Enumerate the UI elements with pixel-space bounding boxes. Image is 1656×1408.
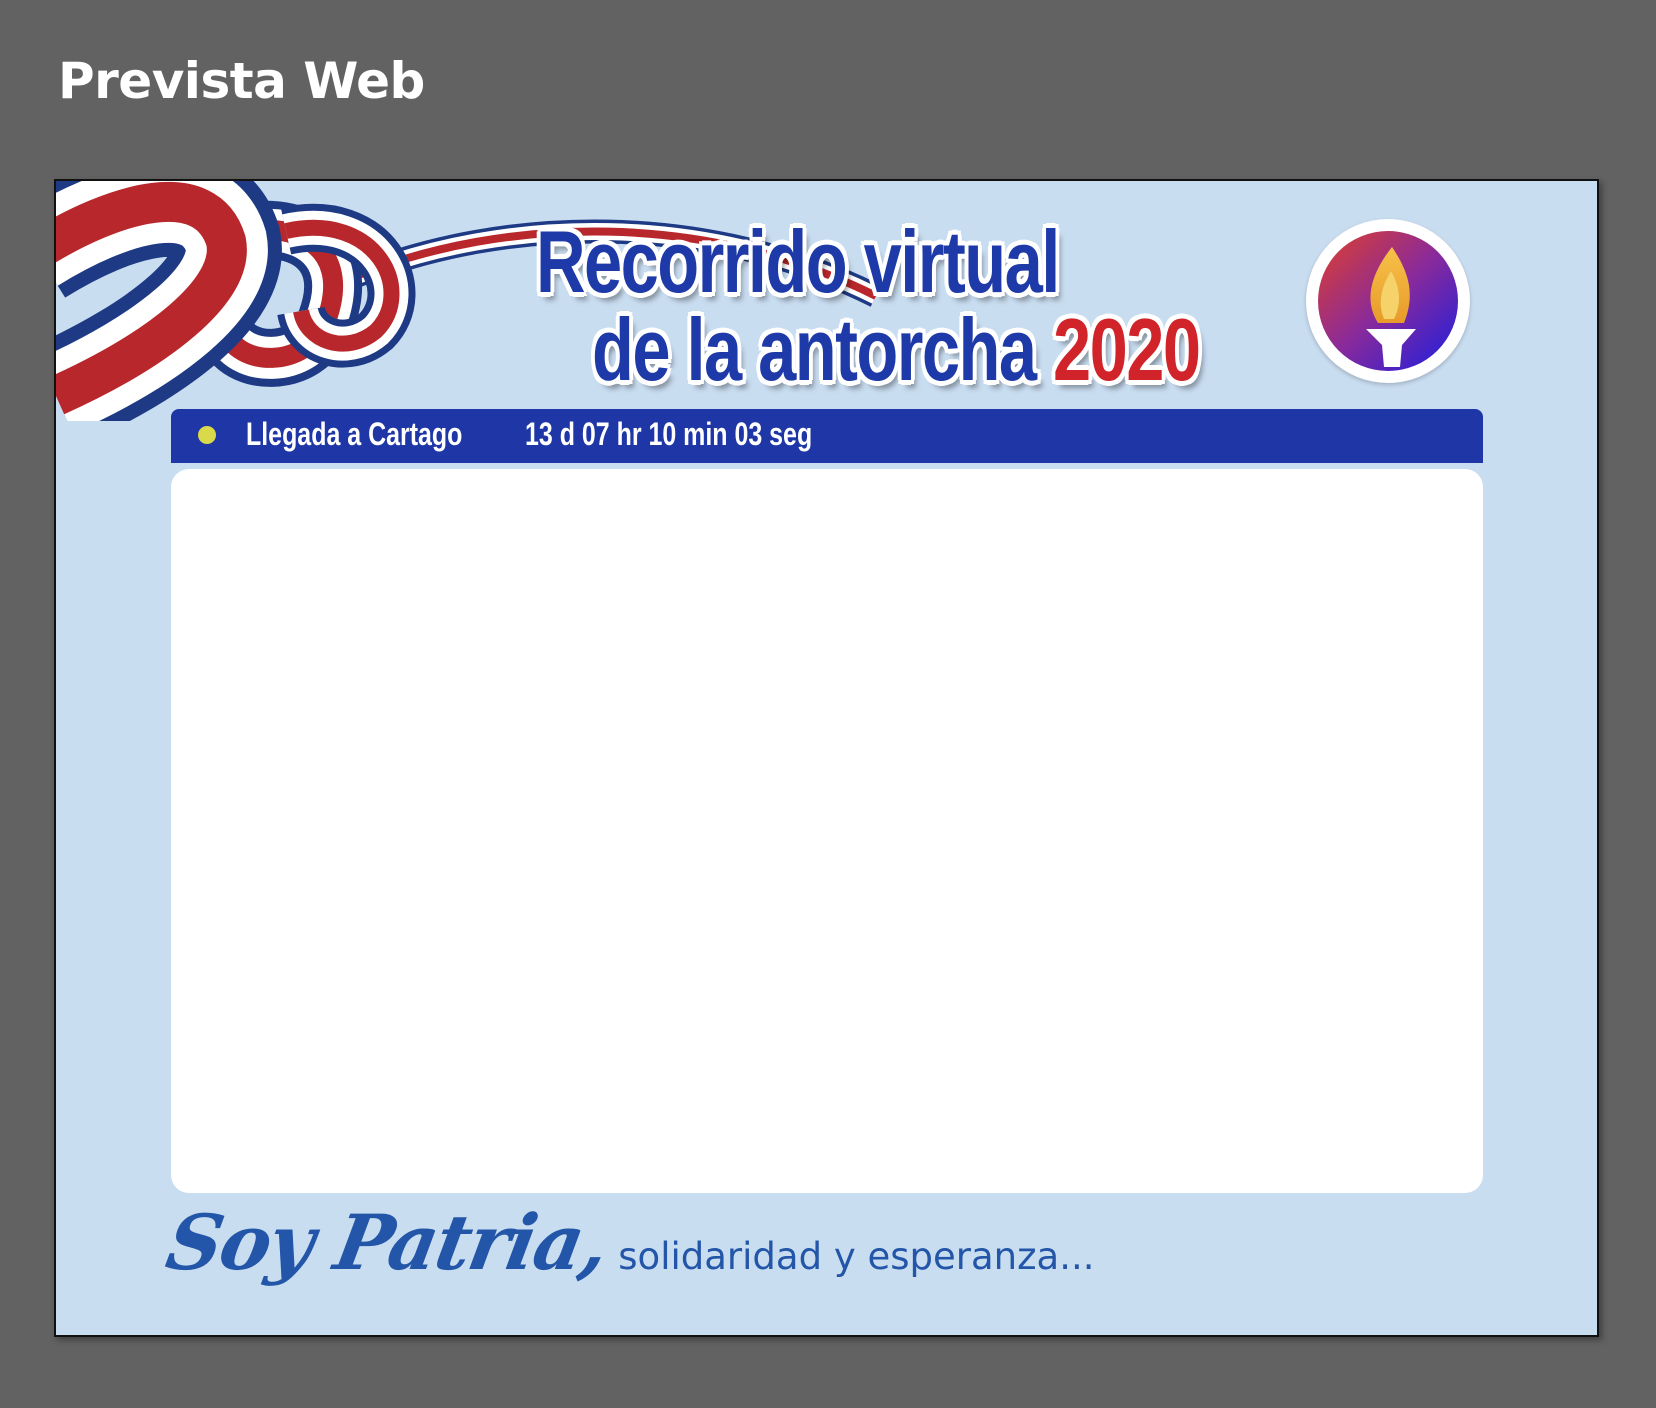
artboard: Recorrido virtual de la antorcha 2020 Ll… <box>54 179 1599 1337</box>
slogan-script: Soy Patria, <box>160 1198 615 1287</box>
content-panel <box>171 469 1483 1193</box>
title-year: 2020 <box>1053 300 1201 399</box>
slogan-tail: solidaridad y esperanza... <box>618 1235 1095 1278</box>
status-dot <box>198 426 216 444</box>
page-heading: Prevista Web <box>58 52 425 110</box>
title-line-2-text: de la antorcha <box>592 300 1037 399</box>
info-label: Llegada a Cartago <box>246 416 463 452</box>
title-line-1: Recorrido virtual <box>536 212 1060 311</box>
title-line-2: de la antorcha 2020 <box>592 299 1201 401</box>
torch-logo <box>1306 219 1470 383</box>
slogan: Soy Patria, solidaridad y esperanza... <box>160 1198 1095 1308</box>
countdown-timer: 13 d 07 hr 10 min 03 seg <box>525 416 813 452</box>
info-bar: Llegada a Cartago 13 d 07 hr 10 min 03 s… <box>171 409 1483 463</box>
torch-icon <box>1318 231 1458 371</box>
banner-title: Recorrido virtual de la antorcha 2020 <box>536 211 1296 399</box>
